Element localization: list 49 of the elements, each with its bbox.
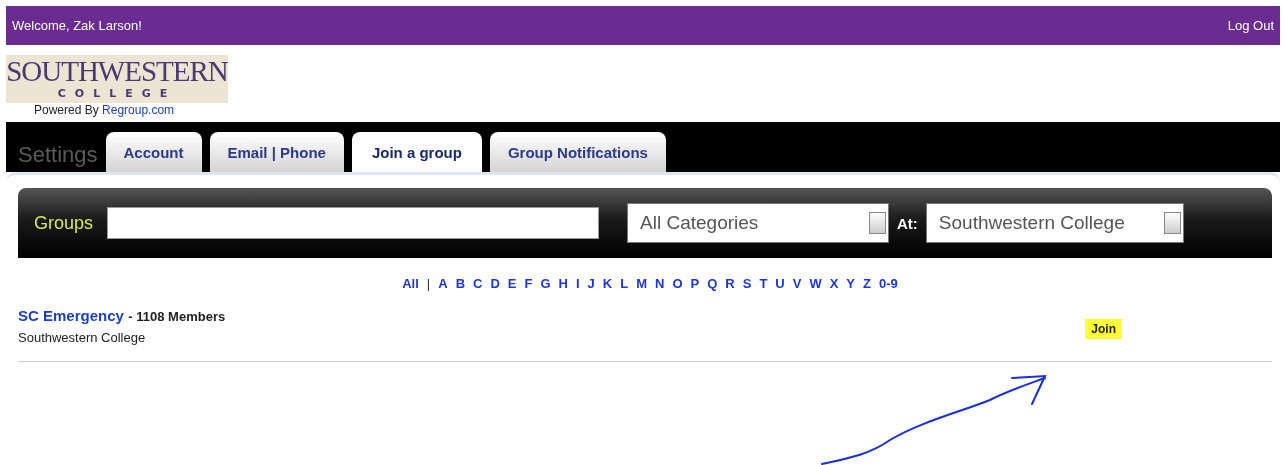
letter-link[interactable]: Y bbox=[846, 276, 855, 291]
logo-subtitle: COLLEGE bbox=[57, 87, 177, 101]
letter-link[interactable]: Z bbox=[863, 276, 871, 291]
category-dropdown[interactable]: All Categories bbox=[627, 203, 890, 243]
letter-link[interactable]: J bbox=[587, 276, 595, 291]
letter-link[interactable]: A bbox=[438, 276, 448, 291]
letter-link[interactable]: D bbox=[490, 276, 500, 291]
letter-link[interactable]: M bbox=[636, 276, 647, 291]
powered-by-text: Powered By Regroup.com bbox=[34, 103, 176, 117]
letter-link[interactable]: S bbox=[742, 276, 752, 291]
letter-link[interactable]: G bbox=[540, 276, 551, 291]
letter-link[interactable]: E bbox=[507, 276, 517, 291]
join-button[interactable]: Join bbox=[1085, 319, 1122, 339]
letter-link[interactable]: L bbox=[620, 276, 629, 291]
group-link[interactable]: SC Emergency bbox=[18, 307, 124, 324]
letter-link[interactable]: O bbox=[672, 276, 683, 291]
tab[interactable]: Join a group bbox=[351, 132, 482, 172]
logo-name: SOUTHWESTERN bbox=[6, 55, 228, 87]
letter-link[interactable]: W bbox=[809, 276, 822, 291]
member-count: - 1108 Members bbox=[128, 309, 226, 324]
location-dropdown[interactable]: Southwestern College bbox=[925, 203, 1184, 243]
letter-link[interactable]: I bbox=[575, 276, 580, 291]
letter-link[interactable]: All bbox=[402, 276, 419, 291]
search-field[interactable] bbox=[107, 207, 600, 239]
logout-link[interactable]: Log Out bbox=[1227, 18, 1274, 33]
tab[interactable]: Account bbox=[105, 132, 202, 172]
letter-link[interactable]: C bbox=[473, 276, 483, 291]
tab[interactable]: Email | Phone bbox=[209, 132, 344, 172]
letter-link[interactable]: T bbox=[759, 276, 768, 291]
settings-label: Settings bbox=[18, 142, 98, 168]
at-label: At: bbox=[897, 214, 918, 232]
letter-link[interactable]: H bbox=[558, 276, 568, 291]
tab[interactable]: Group Notifications bbox=[489, 132, 666, 172]
welcome-text: Welcome, Zak Larson! bbox=[12, 18, 142, 33]
letter-link[interactable]: Q bbox=[707, 276, 718, 291]
letter-link[interactable]: K bbox=[602, 276, 613, 291]
letter-link[interactable]: R bbox=[725, 276, 735, 291]
letter-link[interactable]: F bbox=[524, 276, 533, 291]
letter-link[interactable]: N bbox=[655, 276, 665, 291]
letter-link[interactable]: P bbox=[690, 276, 700, 291]
group-location: Southwestern College bbox=[18, 330, 147, 345]
separator: | bbox=[426, 276, 431, 291]
letter-link[interactable]: 0-9 bbox=[878, 276, 898, 291]
regroup-link[interactable]: Regroup.com bbox=[102, 103, 175, 117]
letter-link[interactable]: V bbox=[792, 276, 802, 291]
letter-link[interactable]: U bbox=[775, 276, 785, 291]
letter-link[interactable]: B bbox=[455, 276, 466, 291]
groups-label: Groups bbox=[34, 212, 94, 234]
letter-link[interactable]: X bbox=[829, 276, 839, 291]
